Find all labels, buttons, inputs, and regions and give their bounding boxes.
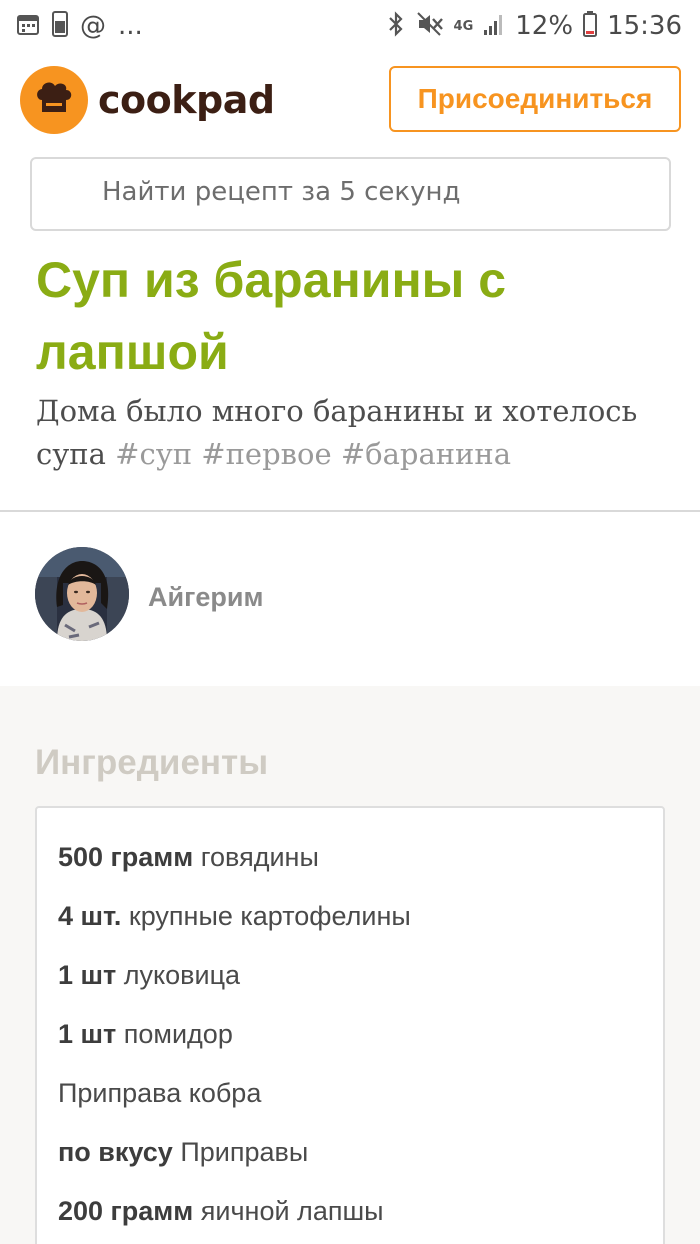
divider bbox=[0, 510, 700, 512]
status-right: 4G 12% 15:36 bbox=[386, 10, 682, 42]
ingredient-item: 500 грамм говядины bbox=[58, 842, 319, 873]
ingredients-section: Ингредиенты 500 грамм говядины 4 шт. кру… bbox=[0, 686, 700, 1244]
ingredients-heading: Ингредиенты bbox=[35, 743, 269, 782]
signal-icon bbox=[483, 12, 505, 41]
mute-icon bbox=[416, 11, 444, 42]
ingredient-item: 1 шт луковица bbox=[58, 960, 240, 991]
ingredient-item: Приправа кобра bbox=[58, 1078, 261, 1109]
ingredient-qty: по вкусу bbox=[58, 1137, 173, 1167]
author-name[interactable]: Айгерим bbox=[148, 582, 263, 613]
ingredient-item: 200 грамм яичной лапшы bbox=[58, 1196, 384, 1227]
site-header: cookpad Присоединиться bbox=[0, 52, 700, 152]
ingredient-name: крупные картофелины bbox=[128, 901, 411, 931]
chef-hat-icon bbox=[20, 66, 88, 134]
ingredient-name: Приправа кобра bbox=[58, 1078, 262, 1108]
author-avatar[interactable] bbox=[35, 547, 129, 641]
calendar-icon bbox=[16, 12, 40, 41]
ingredients-list: 500 грамм говядины 4 шт. крупные картофе… bbox=[35, 806, 665, 1244]
at-icon: @ bbox=[80, 11, 106, 41]
phone-icon bbox=[52, 10, 68, 42]
logo-text: cookpad bbox=[98, 78, 275, 122]
status-left: @ ... bbox=[16, 10, 143, 42]
recipe-title: Суп из баранины с лапшой bbox=[36, 252, 507, 380]
ingredient-item: 1 шт помидор bbox=[58, 1019, 233, 1050]
recipe-tags[interactable]: #суп #первое #баранина bbox=[115, 437, 511, 471]
ingredient-item: по вкусу Приправы bbox=[58, 1137, 308, 1168]
recipe-description: Дома было много баранины и хотелось супа… bbox=[36, 390, 676, 476]
ingredient-qty: 4 шт. bbox=[58, 901, 122, 931]
ingredient-name: помидор bbox=[123, 1019, 233, 1049]
ingredient-name: луковица bbox=[123, 960, 241, 990]
search-box[interactable] bbox=[30, 157, 671, 231]
bluetooth-icon bbox=[386, 10, 406, 42]
battery-icon bbox=[583, 10, 598, 42]
battery-percent: 12% bbox=[515, 11, 574, 41]
ingredient-item: 4 шт. крупные картофелины bbox=[58, 901, 411, 932]
status-ellipsis: ... bbox=[118, 11, 143, 41]
status-time: 15:36 bbox=[607, 11, 682, 41]
ingredient-name: яичной лапшы bbox=[200, 1196, 384, 1226]
ingredient-qty: 200 грамм bbox=[58, 1196, 194, 1226]
ingredient-qty: 1 шт bbox=[58, 960, 117, 990]
ingredient-name: Приправы bbox=[180, 1137, 309, 1167]
network-type: 4G bbox=[453, 18, 474, 34]
join-button[interactable]: Присоединиться bbox=[389, 66, 681, 132]
ingredient-qty: 500 грамм bbox=[58, 842, 194, 872]
ingredient-name: говядины bbox=[200, 842, 319, 872]
ingredient-qty: 1 шт bbox=[58, 1019, 117, 1049]
search-input[interactable] bbox=[102, 177, 642, 207]
status-bar: @ ... 4G 12% 15:36 bbox=[0, 0, 700, 52]
cookpad-logo[interactable]: cookpad bbox=[20, 66, 275, 134]
